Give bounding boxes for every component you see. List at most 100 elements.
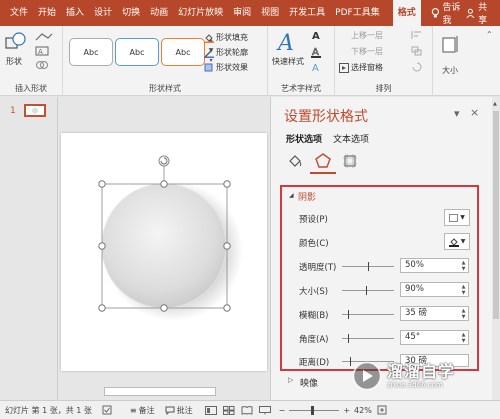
rotate-icon[interactable] (411, 62, 423, 72)
comments-button[interactable]: 批注 (165, 405, 193, 416)
shape-fill-button[interactable]: 形状填充 (204, 32, 248, 43)
pane-options-icon[interactable]: ▾ (454, 107, 460, 120)
spinner-icon[interactable]: ▲ ▼ (460, 284, 467, 296)
color-dropdown[interactable]: ▼ (444, 233, 470, 250)
tab-animations[interactable]: 动画 (145, 0, 173, 26)
horizontal-scrollbar[interactable] (104, 387, 216, 396)
slide-sorter-icon[interactable] (222, 405, 235, 415)
transparency-input[interactable]: 50% ▲ ▼ (400, 258, 469, 273)
shadow-section-title[interactable]: 阴影 (298, 190, 316, 203)
quick-styles-button[interactable]: 快速样式 (272, 56, 304, 67)
effects-pentagon-icon[interactable] (314, 152, 332, 170)
notes-button[interactable]: ≡ 备注 (130, 405, 155, 416)
tab-pdf-tools[interactable]: PDF工具集 (330, 0, 385, 26)
merge-shapes-icon[interactable] (34, 60, 54, 70)
tab-shape-options[interactable]: 形状选项 (286, 132, 322, 145)
menu-bar: 文件 开始 插入 设计 切换 动画 幻灯片放映 审阅 视图 开发工具 PDF工具… (0, 0, 500, 26)
watermark-url: zixue.3d66.com (387, 380, 443, 389)
zoom-slider-thumb[interactable] (311, 405, 315, 415)
tab-format[interactable]: 格式 (392, 0, 421, 26)
zoom-slider[interactable] (289, 405, 340, 415)
shapes-icon[interactable] (5, 32, 27, 52)
group-insert-shapes: 形状 A 插入形状 (0, 26, 63, 96)
tab-text-options[interactable]: 文本选项 (333, 132, 369, 145)
scroll-thumb[interactable] (493, 111, 499, 319)
zoom-out-icon[interactable]: − (279, 406, 286, 415)
tab-review[interactable]: 审阅 (228, 0, 256, 26)
size-slider[interactable] (342, 286, 394, 295)
shape-outline-button[interactable]: 形状轮廓 (204, 47, 248, 58)
slide-canvas-area (58, 97, 270, 400)
color-label: 颜色(C) (299, 239, 329, 249)
share-button[interactable]: 共享 (466, 0, 494, 26)
tab-slideshow[interactable]: 幻灯片放映 (173, 0, 228, 26)
svg-text:A: A (38, 48, 43, 56)
selected-circle-shape[interactable] (61, 133, 267, 371)
group-arrange: 上移一层 下移一层 选择窗格 排列 (335, 26, 433, 96)
close-icon[interactable]: × (470, 106, 479, 119)
spinner-icon[interactable]: ▲ ▼ (460, 308, 467, 320)
tell-me-box[interactable]: 告诉我 (431, 0, 467, 26)
send-backward-button[interactable]: 下移一层 (351, 46, 383, 57)
reflection-expand-icon[interactable]: ▷ (288, 376, 293, 384)
angle-slider[interactable] (342, 334, 394, 343)
shape-style-sample-2[interactable]: Abc (115, 38, 159, 66)
shapes-button[interactable]: 形状 (6, 56, 22, 67)
size-input[interactable]: 90% ▲ ▼ (400, 282, 469, 297)
align-icon[interactable] (411, 30, 423, 40)
pane-title: 设置形状格式 (284, 109, 368, 125)
transparency-slider[interactable] (342, 262, 394, 271)
lightbulb-icon (431, 8, 439, 18)
blur-input[interactable]: 35 磅 ▲ ▼ (400, 306, 469, 321)
tab-transitions[interactable]: 切换 (117, 0, 145, 26)
spinner-icon[interactable]: ▲ ▼ (460, 332, 467, 344)
zoom-in-icon[interactable]: + (343, 406, 350, 415)
selection-pane-button[interactable]: 选择窗格 (339, 62, 383, 73)
tab-design[interactable]: 设计 (89, 0, 117, 26)
group-label-wordart: 艺术字样式 (281, 84, 321, 93)
spell-check-icon[interactable] (102, 405, 112, 415)
bring-forward-button[interactable]: 上移一层 (351, 30, 383, 41)
reflection-section-title[interactable]: 映像 (300, 376, 318, 389)
text-box-icon[interactable]: A (34, 46, 54, 56)
tab-file[interactable]: 文件 (0, 0, 33, 26)
size-icon[interactable] (441, 34, 459, 54)
group-wordart: A 快速样式 A A A 艺术字样式 (268, 26, 335, 96)
shadow-collapse-icon[interactable]: ◢ (289, 192, 294, 199)
slideshow-icon[interactable] (258, 405, 271, 415)
group-icon[interactable] (411, 46, 423, 56)
shape-effects-label: 形状效果 (216, 63, 248, 72)
shape-style-sample-3[interactable]: Abc (161, 38, 205, 66)
slide-thumbnail-1[interactable] (24, 104, 46, 117)
slide-canvas[interactable] (61, 133, 267, 371)
fill-line-icon[interactable] (287, 153, 303, 169)
spinner-icon[interactable]: ▲ ▼ (460, 260, 467, 272)
tab-developer[interactable]: 开发工具 (284, 0, 330, 26)
text-effects-icon[interactable]: A (310, 61, 324, 73)
edit-shape-icon[interactable] (34, 32, 54, 42)
reading-view-icon[interactable] (241, 405, 253, 415)
normal-view-icon[interactable] (204, 405, 217, 415)
ribbon: 形状 A 插入形状 Abc Abc Abc ▲▼▾ 形状填充 形状轮廓 形状效果 (0, 26, 500, 96)
shape-style-sample-1[interactable]: Abc (69, 38, 113, 66)
pane-vertical-scrollbar[interactable]: ▲ (492, 97, 500, 400)
collapse-ribbon-icon[interactable]: ⌃ (486, 30, 493, 39)
text-outline-icon[interactable]: A (310, 46, 324, 58)
shape-effects-button[interactable]: 形状效果 (204, 62, 248, 73)
zoom-level[interactable]: 42% (354, 406, 372, 415)
notes-label: 备注 (138, 405, 155, 415)
tab-insert[interactable]: 插入 (61, 0, 89, 26)
angle-value: 45° (405, 332, 421, 342)
tab-home[interactable]: 开始 (33, 0, 61, 26)
scroll-up-icon[interactable]: ▲ (493, 101, 497, 107)
blur-slider[interactable] (342, 310, 394, 319)
group-size: 大小 (433, 26, 467, 96)
size-properties-icon[interactable] (342, 153, 358, 169)
preset-dropdown[interactable]: ▼ (444, 209, 470, 226)
tab-view[interactable]: 视图 (256, 0, 284, 26)
fit-slide-icon[interactable] (377, 405, 387, 415)
angle-input[interactable]: 45° ▲ ▼ (400, 330, 469, 345)
size-label: 大小(S) (299, 287, 329, 297)
quick-styles-icon[interactable]: A (276, 30, 302, 54)
text-fill-button[interactable]: A (312, 31, 320, 42)
